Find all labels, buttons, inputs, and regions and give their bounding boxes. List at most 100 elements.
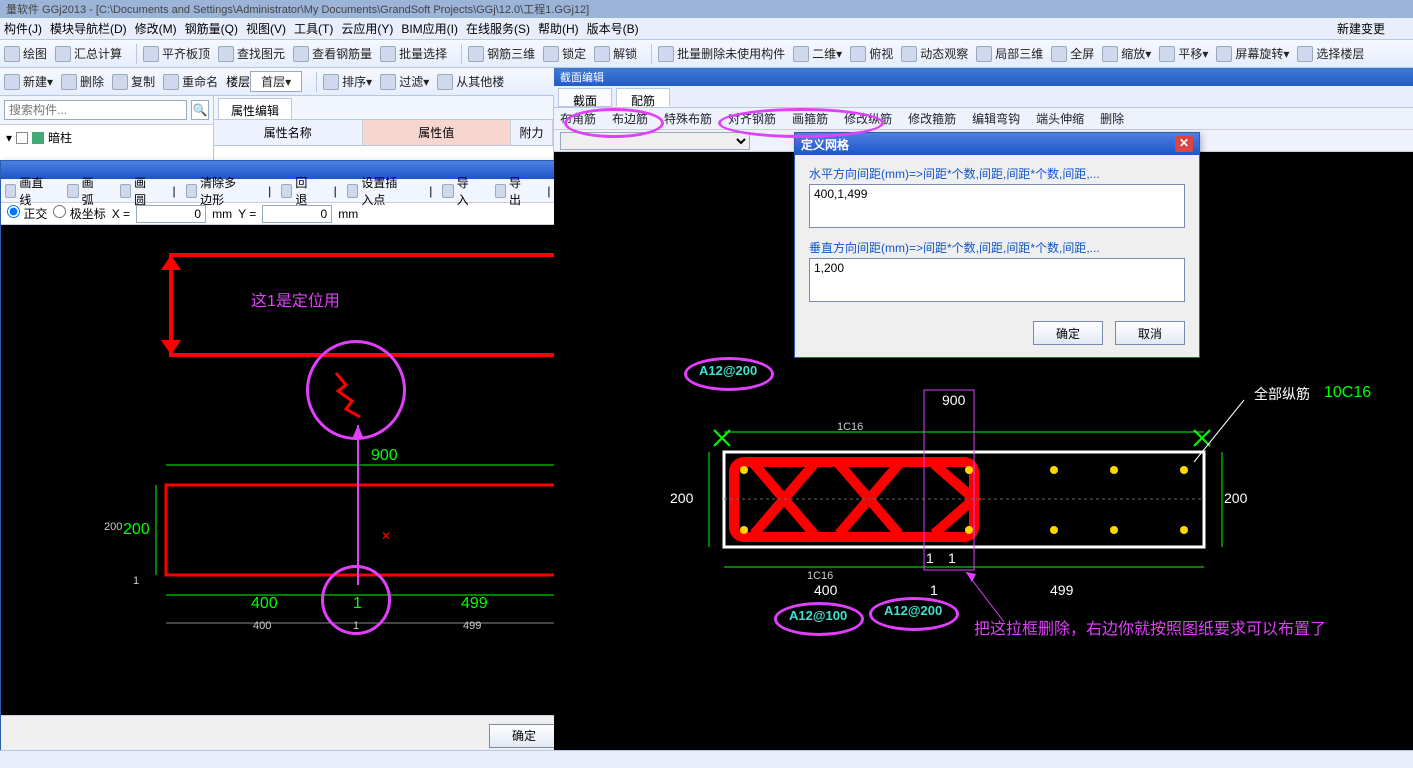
highlight-corner-edge [564,108,664,138]
x-unit: mm [212,207,232,221]
copy-button[interactable]: 复制 [112,73,155,90]
floor-select[interactable]: 首层 ▾ [250,71,302,92]
unlock-icon [594,46,610,62]
full-button[interactable]: 全屏 [1051,45,1094,62]
tool-hook[interactable]: 编辑弯钩 [972,110,1020,127]
overhead-button[interactable]: 俯视 [850,45,893,62]
dim-r: 499 [1050,582,1073,598]
line-icon [5,184,16,198]
eye-icon [293,46,309,62]
tab-rebar[interactable]: 配筋 [616,88,670,107]
dyn-button[interactable]: 动态观察 [901,45,968,62]
x-icon [61,74,77,90]
section-title: 截面编辑 [554,68,1413,86]
cad-ok-button[interactable]: 确定 [489,724,559,748]
grid-hinput[interactable]: 400,1,499 [809,184,1185,228]
menu-modify[interactable]: 修改(M) [135,20,177,37]
menu-bim[interactable]: BIM应用(I) [401,20,458,37]
viewrebar-button[interactable]: 查看钢筋量 [293,45,372,62]
rename-button[interactable]: 重命名 [163,73,218,90]
drawarc-button[interactable]: 画弧 [67,174,109,208]
menu-component[interactable]: 构件(J) [4,20,42,37]
drawcircle-button[interactable]: 画圆 [120,174,162,208]
label-a12-200b: A12@200 [884,603,942,618]
selfloor-button[interactable]: 选择楼层 [1297,45,1364,62]
view2d-button[interactable]: 二维 ▾ [793,45,842,62]
batchdel-button[interactable]: 批量删除未使用构件 [658,45,785,62]
x-input[interactable] [136,205,206,223]
tree-item-column[interactable]: ▾ 暗柱 [6,129,207,146]
checkbox-icon[interactable] [16,132,28,144]
grid-close-button[interactable]: ✕ [1175,136,1193,152]
grid-vinput[interactable]: 1,200 [809,258,1185,302]
menu-version[interactable]: 版本号(B) [587,20,639,37]
sort-button[interactable]: 排序 ▾ [323,73,372,90]
polar-radio[interactable]: 极坐标 [53,205,105,222]
tree-item-label: 暗柱 [48,129,72,146]
menu-rebar[interactable]: 钢筋量(Q) [185,20,238,37]
new-button[interactable]: 新建 ▾ [4,73,53,90]
label-spec: 10C16 [1324,384,1371,402]
floor-label: 楼层 [226,73,250,90]
insert-button[interactable]: 设置插入点 [347,174,419,208]
col-propadd: 附力 [511,120,553,145]
menu-nav[interactable]: 模块导航栏(D) [50,20,127,37]
menu-view[interactable]: 视图(V) [246,20,286,37]
menu-cloud[interactable]: 云应用(Y) [341,20,393,37]
sum-button[interactable]: 汇总计算 [55,45,122,62]
hand-icon [1159,46,1175,62]
rebar3d-button[interactable]: 钢筋三维 [468,45,535,62]
clear-button[interactable]: 清除多边形 [186,174,258,208]
grid-ok-button[interactable]: 确定 [1033,321,1103,345]
import-button[interactable]: 导入 [442,174,484,208]
import-icon [442,184,453,198]
tool-special[interactable]: 特殊布筋 [664,110,712,127]
find-button[interactable]: 查找图元 [218,45,285,62]
delete-button[interactable]: 删除 [61,73,104,90]
item-icon [32,132,44,144]
brush-icon [658,46,674,62]
new-change-button[interactable]: 新建变更 [1329,22,1393,36]
tab-section[interactable]: 截面 [558,88,612,107]
rename-icon [163,74,179,90]
pan-button[interactable]: 平移 ▾ [1159,45,1208,62]
search-input[interactable] [4,100,187,120]
graydim-right: 499 [463,620,481,632]
dim-l: 400 [814,582,837,598]
grid-cancel-button[interactable]: 取消 [1115,321,1185,345]
export-button[interactable]: 导出 [495,174,537,208]
level-button[interactable]: 平齐板顶 [143,45,210,62]
highlight-align-modbar [718,108,884,138]
fromother-button[interactable]: 从其他楼 [437,73,504,90]
col-propval: 属性值 [363,120,512,145]
tool-modstirrup[interactable]: 修改箍筋 [908,110,956,127]
tool-delete[interactable]: 删除 [1100,110,1124,127]
tool-extend[interactable]: 端头伸缩 [1036,110,1084,127]
menu-tools[interactable]: 工具(T) [294,20,333,37]
export-icon [495,184,506,198]
unlock-button[interactable]: 解锁 [594,45,637,62]
ortho-radio[interactable]: 正交 [7,205,47,222]
y-input[interactable] [262,205,332,223]
dim-one3: 1 [948,550,956,566]
grid-vlabel: 垂直方向间距(mm)=>间距*个数,间距,间距*个数,间距,... [809,239,1185,256]
draw-button[interactable]: 绘图 [4,45,47,62]
drawline-button[interactable]: 画直线 [5,174,57,208]
menu-help[interactable]: 帮助(H) [538,20,579,37]
scrrot-button[interactable]: 屏幕旋转 ▾ [1216,45,1289,62]
filter-button[interactable]: 过滤 ▾ [380,73,429,90]
undo-button[interactable]: 回退 [281,174,323,208]
zoom-button[interactable]: 缩放 ▾ [1102,45,1151,62]
batch-button[interactable]: 批量选择 [380,45,447,62]
tab-property[interactable]: 属性编辑 [218,98,292,119]
local3d-button[interactable]: 局部三维 [976,45,1043,62]
menu-online[interactable]: 在线服务(S) [466,20,530,37]
lock-button[interactable]: 锁定 [543,45,586,62]
batch-icon [380,46,396,62]
import-icon [437,74,453,90]
floor-icon [1297,46,1313,62]
top-icon [850,46,866,62]
plus-icon [4,74,20,90]
label-a12-100: A12@100 [789,608,847,623]
search-go-button[interactable]: 🔍 [191,100,209,120]
